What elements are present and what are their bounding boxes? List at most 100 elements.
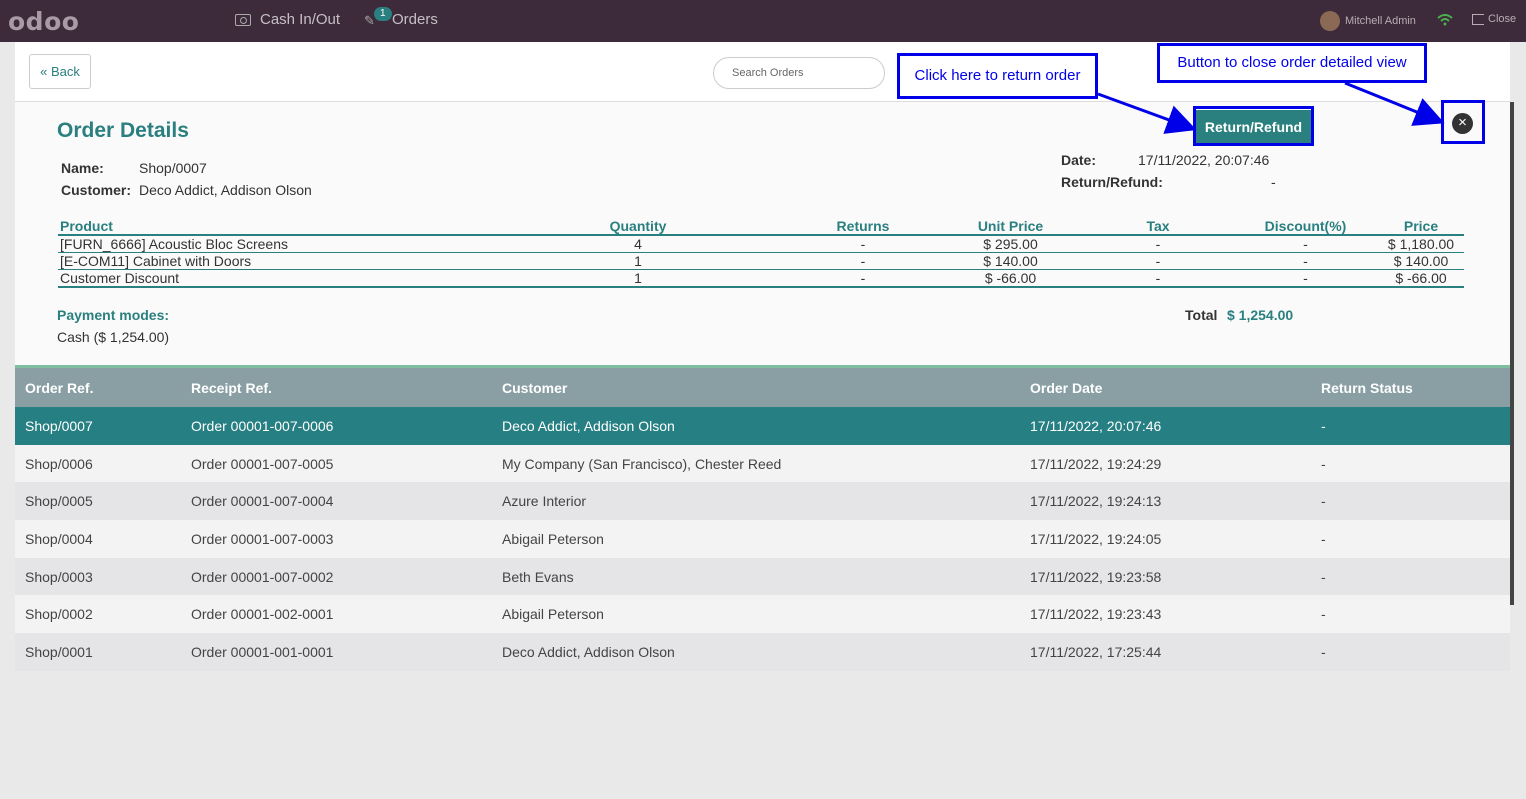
table-row[interactable]: Shop/0007 Order 00001-007-0006 Deco Addi… [15, 407, 1510, 445]
col-order-ref: Order Ref. [15, 368, 181, 407]
table-row[interactable]: Shop/0004 Order 00001-007-0003 Abigail P… [15, 520, 1510, 558]
cell-receipt-ref: Order 00001-007-0004 [181, 482, 492, 521]
line-unit-price: $ 295.00 [938, 235, 1083, 253]
scrollbar[interactable] [1510, 102, 1514, 605]
return-refund-value: - [1271, 174, 1276, 190]
col-receipt-ref: Receipt Ref. [181, 368, 492, 407]
cell-order-ref: Shop/0003 [15, 557, 181, 596]
orders-label: Orders [392, 11, 438, 28]
payment-modes-value: Cash ($ 1,254.00) [57, 329, 170, 345]
cell-customer: Deco Addict, Addison Olson [492, 633, 1020, 671]
user-name: Mitchell Admin [1345, 15, 1416, 27]
line-quantity: 1 [488, 269, 788, 288]
order-line: [E-COM11] Cabinet with Doors 1 - $ 140.0… [58, 252, 1464, 270]
line-quantity: 1 [488, 252, 788, 270]
odoo-logo: odoo [8, 7, 80, 36]
cell-receipt-ref: Order 00001-002-0001 [181, 595, 492, 634]
line-unit-price: $ 140.00 [938, 252, 1083, 270]
line-returns: - [788, 269, 938, 288]
orders-table: Order Ref. Receipt Ref. Customer Order D… [15, 368, 1510, 671]
line-price: $ 140.00 [1378, 252, 1464, 270]
cell-receipt-ref: Order 00001-007-0003 [181, 520, 492, 558]
order-line: [FURN_6666] Acoustic Bloc Screens 4 - $ … [58, 235, 1464, 253]
back-label: Back [50, 64, 80, 79]
line-discount: - [1233, 269, 1378, 288]
cell-receipt-ref: Order 00001-007-0006 [181, 407, 492, 445]
cell-customer: My Company (San Francisco), Chester Reed [492, 444, 1020, 483]
cell-order-date: 17/11/2022, 19:24:05 [1020, 520, 1311, 558]
orders-count-badge: 1 [374, 6, 392, 21]
cell-order-ref: Shop/0006 [15, 444, 181, 483]
table-row[interactable]: Shop/0006 Order 00001-007-0005 My Compan… [15, 444, 1510, 483]
date-value: 17/11/2022, 20:07:46 [1138, 152, 1270, 168]
close-hint-callout: Button to close order detailed view [1157, 43, 1427, 83]
name-value: Shop/0007 [139, 160, 207, 176]
cell-receipt-ref: Order 00001-001-0001 [181, 633, 492, 671]
date-label: Date: [1061, 152, 1097, 168]
cell-customer: Abigail Peterson [492, 595, 1020, 634]
cell-customer: Deco Addict, Addison Olson [492, 407, 1020, 445]
customer-label: Customer: [61, 182, 132, 198]
avatar [1320, 11, 1340, 31]
cash-icon [235, 13, 251, 26]
wifi-icon [1437, 13, 1453, 29]
table-row[interactable]: Shop/0003 Order 00001-007-0002 Beth Evan… [15, 557, 1510, 596]
col-quantity: Quantity [488, 217, 788, 236]
cell-receipt-ref: Order 00001-007-0002 [181, 557, 492, 596]
close-session-label: Close [1488, 13, 1517, 25]
cell-order-ref: Shop/0002 [15, 595, 181, 634]
order-lines-header: Product Quantity Returns Unit Price Tax … [58, 217, 1464, 236]
col-product: Product [58, 217, 488, 236]
col-price: Price [1378, 217, 1464, 236]
orders-button[interactable]: ✎ 1 Orders [364, 6, 438, 28]
close-session-button[interactable]: Close [1472, 13, 1516, 25]
cell-return-status: - [1311, 633, 1510, 671]
line-tax: - [1083, 235, 1233, 253]
line-discount: - [1233, 252, 1378, 270]
table-row[interactable]: Shop/0005 Order 00001-007-0004 Azure Int… [15, 482, 1510, 521]
cash-in-out-label: Cash In/Out [260, 11, 341, 28]
table-row[interactable]: Shop/0001 Order 00001-001-0001 Deco Addi… [15, 633, 1510, 671]
col-returns: Returns [788, 217, 938, 236]
sign-out-icon [1472, 13, 1484, 25]
line-unit-price: $ -66.00 [938, 269, 1083, 288]
line-tax: - [1083, 269, 1233, 288]
cell-return-status: - [1311, 595, 1510, 634]
cell-order-date: 17/11/2022, 17:25:44 [1020, 633, 1311, 671]
user-menu[interactable]: Mitchell Admin [1320, 11, 1416, 31]
payment-modes-label: Payment modes: [57, 307, 170, 323]
cell-order-date: 17/11/2022, 19:24:13 [1020, 482, 1311, 521]
cell-order-date: 17/11/2022, 19:23:43 [1020, 595, 1311, 634]
top-navbar: odoo Cash In/Out ✎ 1 Orders Mitchell Admi… [0, 0, 1526, 42]
return-button-highlight [1193, 106, 1314, 146]
search-input[interactable]: Search Orders [713, 57, 885, 89]
order-lines-table: Product Quantity Returns Unit Price Tax … [58, 217, 1464, 288]
line-discount: - [1233, 235, 1378, 253]
line-price: $ -66.00 [1378, 269, 1464, 288]
cell-order-date: 17/11/2022, 19:24:29 [1020, 444, 1311, 483]
cell-order-ref: Shop/0007 [15, 407, 181, 445]
line-price: $ 1,180.00 [1378, 235, 1464, 253]
order-line: Customer Discount 1 - $ -66.00 - - $ -66… [58, 269, 1464, 288]
page-title: Order Details [57, 119, 189, 142]
orders-header: Order Ref. Receipt Ref. Customer Order D… [15, 368, 1510, 407]
close-button-highlight [1441, 100, 1485, 144]
cell-return-status: - [1311, 444, 1510, 483]
line-returns: - [788, 235, 938, 253]
customer-value: Deco Addict, Addison Olson [139, 182, 312, 198]
ticket-icon: ✎ 1 [364, 6, 392, 28]
total-label: Total [1185, 307, 1218, 323]
line-returns: - [788, 252, 938, 270]
cell-return-status: - [1311, 520, 1510, 558]
cash-in-out-button[interactable]: Cash In/Out [235, 11, 340, 28]
back-button[interactable]: « Back [29, 54, 91, 89]
cell-order-ref: Shop/0001 [15, 633, 181, 671]
col-unit-price: Unit Price [938, 217, 1083, 236]
cell-order-ref: Shop/0005 [15, 482, 181, 521]
cell-order-ref: Shop/0004 [15, 520, 181, 558]
cell-customer: Azure Interior [492, 482, 1020, 521]
line-product: Customer Discount [58, 269, 488, 288]
cell-customer: Beth Evans [492, 557, 1020, 596]
line-product: [FURN_6666] Acoustic Bloc Screens [58, 235, 488, 253]
table-row[interactable]: Shop/0002 Order 00001-002-0001 Abigail P… [15, 595, 1510, 634]
